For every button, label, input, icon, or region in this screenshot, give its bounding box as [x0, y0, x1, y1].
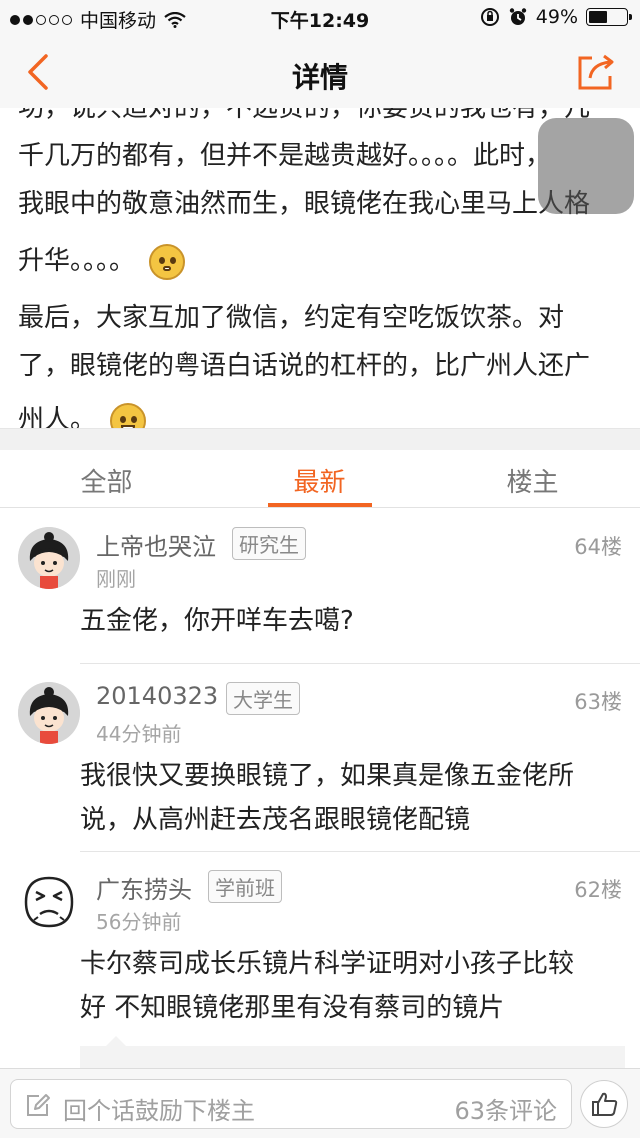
comment-text: 我很快又要换眼镜了，如果真是像五金佬所 说，从高州赶去茂名跟眼镜佬配镜 [80, 754, 625, 842]
comment-time: 56分钟前 [96, 910, 182, 934]
active-tab-indicator [268, 503, 372, 507]
username[interactable]: 广东捞头 [96, 870, 192, 905]
grin-emoji-icon [110, 402, 147, 428]
shy-emoji-icon [149, 243, 186, 280]
like-button[interactable] [580, 1080, 628, 1128]
reply-input[interactable]: 回个话鼓励下楼主 63条评论 [10, 1079, 572, 1129]
reply-placeholder: 回个话鼓励下楼主 [63, 1097, 255, 1125]
orientation-lock-icon [480, 8, 499, 26]
comment-line: 好 不知眼镜佬那里有没有蔡司的镜片 [80, 993, 505, 1023]
alarm-icon [509, 8, 526, 25]
comment-line: 五金佬，你开咩车去噶? [80, 606, 354, 636]
tab-all[interactable]: 全部 [0, 462, 213, 499]
comment-text: 五金佬，你开咩车去噶? [80, 599, 625, 643]
post-line: 了，眼镜佬的粤语白话说的杠杆的，比广州人还广 [18, 351, 591, 381]
girl-avatar-icon [18, 527, 80, 589]
level-badge: 学前班 [208, 870, 282, 903]
tab-op-only[interactable]: 楼主 [426, 462, 639, 499]
assistive-touch-button[interactable] [538, 118, 634, 214]
floor-number: 63楼 [574, 690, 622, 714]
comment-text: 卡尔蔡司成长乐镜片科学证明对小孩子比较 好 不知眼镜佬那里有没有蔡司的镜片 [80, 942, 625, 1030]
share-button[interactable] [574, 50, 618, 94]
sad-face-avatar-icon [18, 870, 80, 932]
post-line: 千几万的都有，但并不是越贵越好。。。。此时， [18, 141, 552, 171]
post-line: 最后，大家互加了微信，约定有空吃饭饮茶。对 [18, 303, 565, 333]
comment-item[interactable]: 广东捞头 学前班 62楼 56分钟前 卡尔蔡司成长乐镜片科学证明对小孩子比较 好… [0, 852, 640, 1076]
post-content: 功，说只适对的，不选贵的，你要贵的我也有，几 千几万的都有，但并不是越贵越好。。… [0, 108, 640, 428]
comment-tabs: 全部 最新 楼主 [0, 450, 640, 508]
comment-line: 我很快又要换眼镜了，如果真是像五金佬所 [80, 761, 575, 791]
comment-count[interactable]: 63条评论 [454, 1091, 557, 1126]
floor-number: 64楼 [574, 535, 622, 559]
post-line: 州人。 [18, 405, 97, 428]
post-line: 我眼中的敬意油然而生，眼镜佬在我心里马上人格 [18, 189, 591, 219]
avatar[interactable] [18, 527, 80, 589]
avatar[interactable] [18, 682, 80, 744]
section-divider [0, 428, 640, 450]
level-badge: 大学生 [226, 682, 300, 715]
nav-bar: 详情 [0, 36, 640, 108]
comment-line: 说，从高州赶去茂名跟眼镜佬配镜 [80, 805, 471, 835]
avatar[interactable] [18, 870, 80, 932]
floor-number: 62楼 [574, 878, 622, 902]
status-bar: 中国移动 下午12:49 49% [0, 0, 640, 36]
comment-time: 刚刚 [96, 567, 136, 591]
battery-icon [586, 8, 632, 26]
girl-avatar-icon [18, 682, 80, 744]
username[interactable]: 上帝也哭泣 [96, 527, 216, 562]
page-title: 详情 [291, 61, 348, 94]
comment-time: 44分钟前 [96, 722, 182, 746]
post-line: 功，说只适对的，不选贵的，你要贵的我也有，几 [18, 108, 591, 123]
bottom-bar: 回个话鼓励下楼主 63条评论 [0, 1068, 640, 1138]
tab-latest[interactable]: 最新 [213, 462, 426, 499]
share-icon [578, 54, 614, 90]
edit-icon [27, 1094, 50, 1116]
comment-item[interactable]: 上帝也哭泣 研究生 64楼 刚刚 五金佬，你开咩车去噶? [0, 509, 640, 664]
comment-line: 卡尔蔡司成长乐镜片科学证明对小孩子比较 [80, 949, 575, 979]
battery-percent: 49% [535, 6, 578, 28]
post-line: 升华。。。。 [18, 246, 136, 276]
comment-item[interactable]: 20140323 大学生 63楼 44分钟前 我很快又要换眼镜了，如果真是像五金… [0, 664, 640, 852]
thumbs-up-icon [592, 1092, 618, 1116]
level-badge: 研究生 [232, 527, 306, 560]
username[interactable]: 20140323 [96, 682, 218, 710]
